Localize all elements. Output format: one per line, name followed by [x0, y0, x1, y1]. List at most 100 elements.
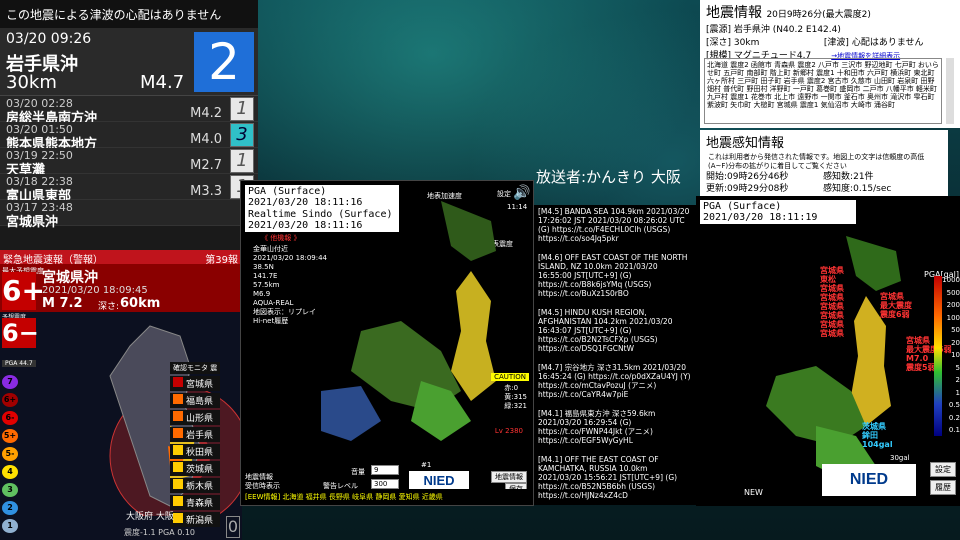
earthquake-info-panel: 地震情報 20日9時26分(最大震度2) [震源] 岩手県沖 (N40.2 E1…: [700, 0, 960, 128]
max-intensity: 6+: [2, 272, 45, 310]
area-swatch: [173, 377, 183, 387]
pref-labels-bottom: 茨城県 鉾田 104gal: [862, 422, 893, 449]
volume-label: 音量: [351, 468, 365, 476]
info-line: 2021/03/20 18:09:44: [253, 254, 328, 262]
pref-label: 宮城県: [820, 266, 844, 275]
earthquake-history-panel: この地震による津波の心配はありません 03/20 09:26 岩手県沖 30km…: [0, 0, 258, 250]
pref-label: 宮城県: [820, 302, 844, 311]
pref-label: 宮城県: [820, 320, 844, 329]
area-name: 青森県: [186, 499, 214, 509]
pga-value: 44.7: [19, 360, 33, 367]
eew-local-values: 震度-1.1 PGA 0.10: [124, 528, 196, 537]
rmap-time: 2021/03/20 18:11:19: [703, 212, 818, 223]
eq-row[interactable]: 03/19 22:50 天草灘 M2.7 1: [0, 148, 258, 178]
area-swatch: [173, 445, 183, 455]
eq-row[interactable]: 03/20 02:28 房総半島南方沖 M4.2 1: [0, 96, 258, 126]
eew-depth: 60km: [120, 296, 161, 311]
area-item: 新潟県: [170, 512, 221, 527]
feed-item[interactable]: [M4.5] BANDA SEA 104.9km 2021/03/20 17:2…: [538, 207, 692, 243]
eq-row-magnitude: M4.2: [190, 106, 222, 121]
scale-tick: 5: [955, 363, 960, 372]
update-value: 09時29分08秒: [727, 184, 789, 194]
shake-title: 地震感知情報: [706, 136, 785, 151]
eq-row-magnitude: M4.0: [190, 132, 222, 147]
eew-time: 2021/03/20 18:09:45: [42, 285, 148, 296]
nied-logo-right: NIED: [822, 464, 916, 496]
info-line: Hi-net履歴: [253, 317, 289, 325]
eq-row[interactable]: 03/18 22:38 富山県東部 M3.3 1: [0, 174, 258, 204]
eew-depth-label: 深さ:: [98, 302, 120, 312]
rmap-setting-button[interactable]: 設定: [930, 462, 956, 477]
legend-dot: 6+: [2, 393, 18, 407]
eq-row[interactable]: 03/17 23:48 宮城県沖: [0, 200, 258, 230]
station-stats: 赤:0 黄:315 緑:321: [504, 384, 527, 411]
scale-tick: 50: [951, 326, 960, 334]
start-label: 開始:: [706, 172, 728, 182]
latest-depth: 30km: [6, 72, 57, 93]
stat-line: 黄:315: [504, 393, 527, 401]
kyoshin-monitor-window: PGA (Surface) 2021/03/20 18:11:16 Realti…: [240, 180, 534, 506]
rate-label: 感知度:: [823, 184, 854, 194]
area-swatch: [173, 462, 183, 472]
latest-magnitude: M4.7: [140, 72, 185, 93]
info-subtitle: 20日9時26分(最大震度2): [766, 10, 871, 20]
rmap-japan: [766, 236, 901, 481]
eew-info-box: 金華山付近 2021/03/20 18:09:44 38.5N 141.7E 57.5k…: [253, 245, 327, 326]
tsunami-status-header: この地震による津波の心配はありません: [0, 0, 258, 28]
count-label: 感知数:: [823, 172, 854, 182]
legend-dot: 3: [2, 483, 18, 497]
eq-row-intensity: 1: [230, 97, 254, 121]
eew-tag: 《 他機報 》: [261, 234, 301, 242]
feed-item[interactable]: [M4.6] OFF EAST COAST OF THE NORTH ISLAN…: [538, 253, 692, 298]
legend-dot: 5+: [2, 429, 18, 443]
latest-earthquake[interactable]: 03/20 09:26 岩手県沖 30km M4.7 2: [0, 28, 258, 96]
scale-tick: 0.1: [948, 426, 960, 434]
area-name: 新潟県: [186, 516, 214, 526]
detail-scrollbar[interactable]: [946, 58, 954, 124]
pref-label: 震度6弱: [880, 310, 910, 319]
eew-magnitude: M 7.2: [42, 296, 83, 311]
info-line: AQUA-REAL: [253, 299, 294, 307]
feed-item[interactable]: [M4.7] 宗谷地方 深さ31.5km 2021/03/20 16:45:24…: [538, 363, 692, 399]
area-swatch: [173, 513, 183, 523]
info-title: 地震情報: [706, 5, 762, 21]
broadcaster-label: 放送者:かんきり 大阪: [536, 168, 681, 186]
area-name: 栃木県: [186, 482, 214, 492]
area-list: 確認モニタ 震宮城県 福島県 山形県 岩手県 秋田県 茨城県 栃木県 青森県 新潟県: [170, 362, 221, 529]
info-button[interactable]: 地震情報: [491, 471, 527, 483]
pref-label: 宮城県: [820, 311, 844, 320]
area-swatch: [173, 496, 183, 506]
rmap-title: PGA (Surface) 2021/03/20 18:11:19: [700, 200, 856, 224]
legend-dot: 7: [2, 375, 18, 389]
legend-dot: 4: [2, 465, 18, 479]
area-item: 秋田県: [170, 444, 221, 459]
count-value: 21件: [853, 172, 874, 182]
stat-line: 赤:0: [504, 384, 519, 392]
tsunami-value: 心配はありません: [851, 38, 924, 48]
area-header: 確認モニタ 震: [170, 362, 221, 374]
shake-desc: これは利用者から発信された情報です。地図上の文字は信頼度の高低(A~F)分布の拡…: [708, 153, 925, 170]
scale-tick: 0.2: [948, 413, 960, 422]
eq-row[interactable]: 03/20 01:50 熊本県熊本地方 M4.0 3: [0, 122, 258, 152]
area-name: 秋田県: [186, 448, 214, 458]
feed-item[interactable]: [M4.1] OFF THE EAST COAST OF KAMCHATKA, …: [538, 455, 692, 500]
feed-item[interactable]: [M4.1] 福島県東方沖 深さ59.6km 2021/03/20 16:29:…: [538, 409, 692, 445]
rmap-history-button[interactable]: 履歴: [930, 480, 956, 495]
eq-row-magnitude: M2.7: [190, 158, 222, 173]
shake-update-row: 更新: 09時29分08秒 感知度: 0.15/sec: [700, 183, 948, 195]
area-item: 青森県: [170, 495, 221, 510]
eq-row-intensity: 1: [230, 149, 254, 173]
pref-label: 東松: [820, 275, 836, 284]
eq-row-magnitude: M3.3: [190, 184, 222, 199]
area-name: 宮城県: [186, 380, 214, 390]
volume-select[interactable]: 9: [371, 465, 399, 475]
area-name: 福島県: [186, 397, 214, 407]
local-intensity: 0: [226, 516, 240, 538]
scale-tick: 0.5: [948, 401, 960, 409]
info-line: 金華山付近: [253, 245, 288, 253]
warn-level-select[interactable]: 300: [371, 479, 399, 489]
latest-date: 03/20 09:26: [6, 31, 92, 47]
info-line: M6.9: [253, 290, 271, 298]
stat-line: 緑:321: [504, 402, 527, 410]
feed-item[interactable]: [M4.5] HINDU KUSH REGION, AFGHANISTAN 10…: [538, 308, 692, 353]
